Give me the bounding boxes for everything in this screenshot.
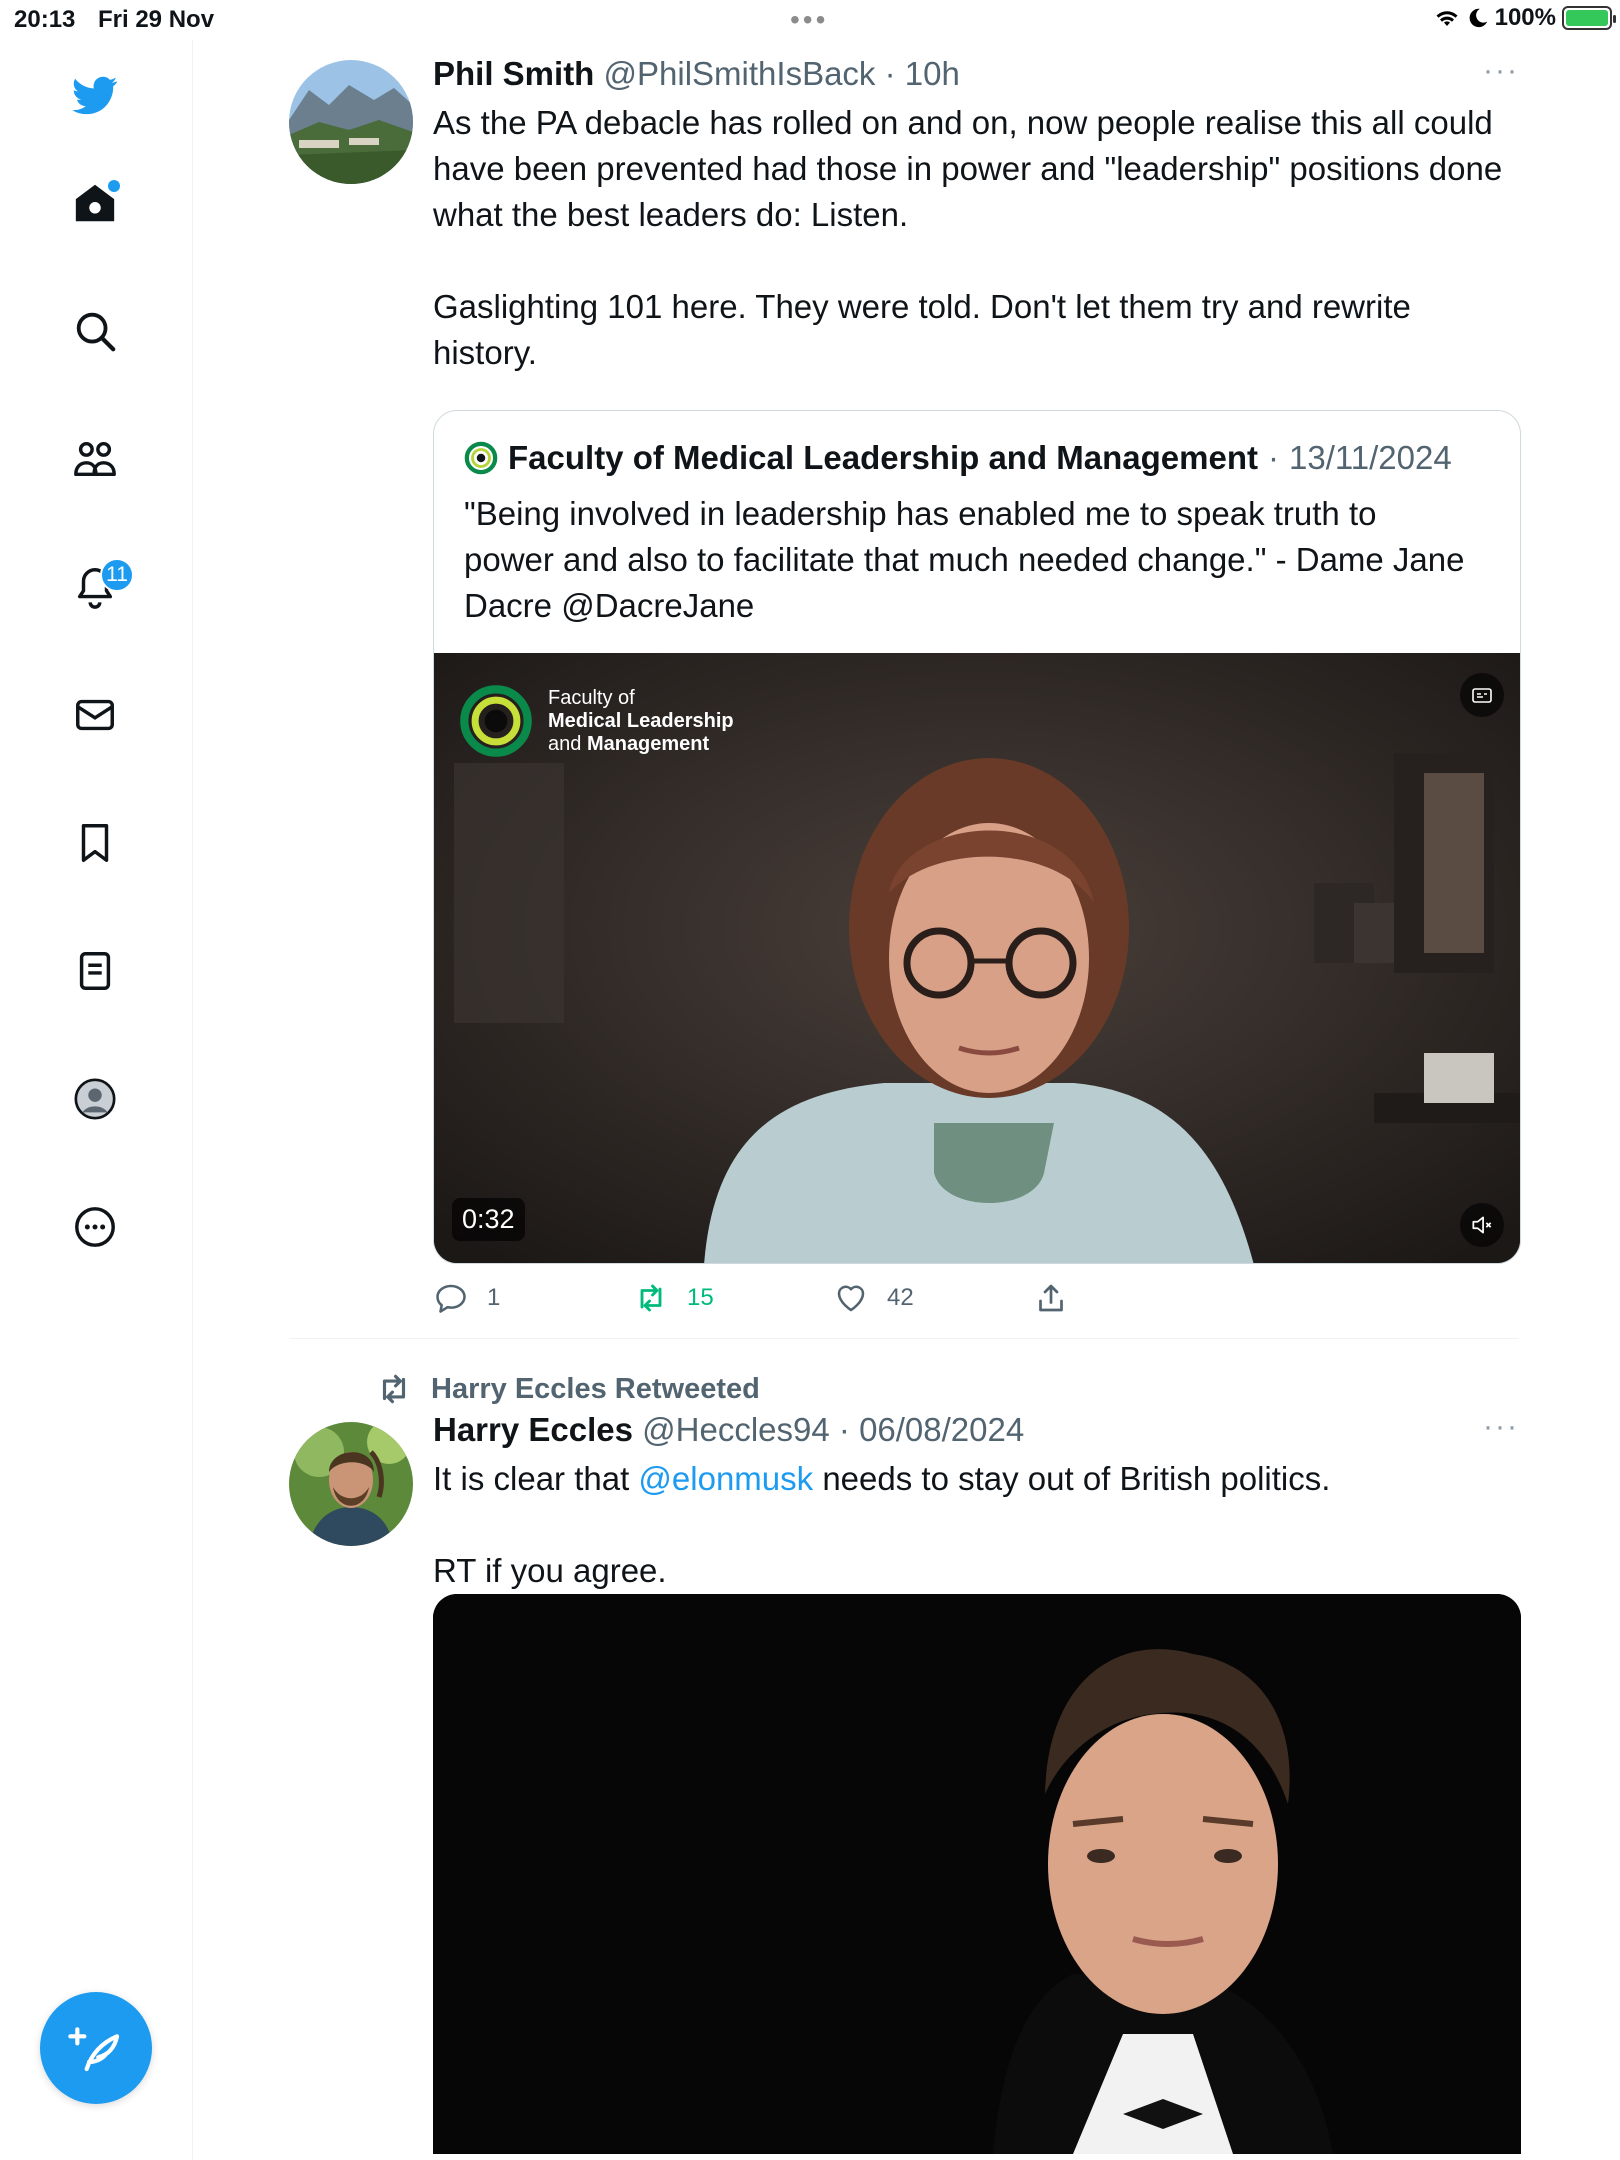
video-brand-logo: Faculty of Medical Leadership and Manage… [458, 683, 734, 759]
sidebar-item-communities[interactable] [60, 424, 130, 494]
feather-plus-icon [68, 2027, 120, 2072]
sidebar-item-profile[interactable] [60, 1064, 130, 1134]
author-handle[interactable]: @PhilSmithIsBack [604, 55, 876, 92]
avatar[interactable] [289, 1422, 413, 1546]
like-count: 42 [887, 1284, 914, 1311]
tweet-more-button[interactable]: ··· [1483, 1410, 1519, 1444]
mail-icon [76, 699, 114, 731]
mention-link[interactable]: @elonmusk [638, 1460, 813, 1497]
bird-icon [72, 76, 118, 115]
moon-icon [1469, 8, 1487, 28]
quote-author-name: Faculty of Medical Leadership and Manage… [508, 439, 1258, 476]
tweet-paragraph [433, 238, 1519, 284]
quote-header: Faculty of Medical Leadership and Manage… [464, 439, 1452, 477]
retweet-button[interactable]: 15 [633, 1280, 714, 1316]
reply-icon [436, 1284, 466, 1313]
status-bar: 20:13 Fri 29 Nov ••• 100% [0, 0, 1620, 40]
speaker-muted-icon [1472, 1216, 1492, 1234]
retweet-count: 15 [687, 1284, 714, 1311]
home-unread-dot [108, 180, 120, 192]
tweet-text: It is clear that @elonmusk needs to stay… [433, 1456, 1519, 1594]
battery-percent: 100% [1494, 4, 1556, 31]
tweet-text-segment: needs to stay out of British politics. [813, 1460, 1331, 1497]
author-name[interactable]: Harry Eccles [433, 1411, 633, 1448]
tweet-header: Phil Smith @PhilSmithIsBack · 10h [433, 55, 960, 92]
like-button[interactable]: 42 [833, 1280, 914, 1316]
sidebar-item-explore[interactable] [60, 296, 130, 366]
status-time: 20:13 [14, 6, 76, 33]
video-logo-line: Medical Leadership [548, 709, 734, 732]
tweet-more-button[interactable]: ··· [1483, 54, 1519, 88]
wifi-icon [1436, 11, 1458, 26]
author-name[interactable]: Phil Smith [433, 55, 594, 92]
captions-icon [1472, 688, 1492, 703]
tweet-paragraph: Gaslighting 101 here. They were told. Do… [433, 288, 1411, 371]
quote-text: "Being involved in leadership has enable… [464, 495, 1465, 624]
video-logo-line: and [548, 732, 582, 755]
reply-count: 1 [487, 1284, 501, 1311]
multitask-dots-icon[interactable]: ••• [790, 4, 828, 36]
sidebar-item-home[interactable] [60, 168, 130, 238]
share-button[interactable] [1033, 1280, 1069, 1316]
sidebar-item-lists[interactable] [60, 936, 130, 1006]
video-logo-line: Management [586, 732, 710, 755]
tweet-actions: 1 15 42 [433, 1280, 1113, 1320]
sidebar: 11 [0, 40, 193, 2160]
retweet-icon [382, 1374, 406, 1404]
photo-image [433, 1594, 1521, 2154]
quoted-tweet[interactable]: Faculty of Medical Leadership and Manage… [433, 410, 1521, 1264]
battery-icon [1562, 6, 1616, 30]
sidebar-item-bookmarks[interactable] [60, 808, 130, 878]
tweet-time[interactable]: 10h [905, 55, 960, 92]
notifications-badge: 11 [100, 558, 134, 592]
heart-icon [837, 1285, 865, 1312]
sidebar-item-messages[interactable] [60, 680, 130, 750]
bookmark-icon [81, 824, 109, 862]
search-icon [76, 312, 116, 352]
more-circle-icon [75, 1207, 115, 1247]
status-indicators: 100% [1433, 4, 1616, 32]
retweeted-by-text: Harry Eccles Retweeted [431, 1372, 760, 1405]
video-player[interactable]: Faculty of Medical Leadership and Manage… [434, 653, 1520, 1263]
author-handle[interactable]: @Heccles94 [642, 1411, 830, 1448]
fmlm-ring-icon [460, 685, 532, 757]
compose-tweet-button[interactable] [40, 1992, 152, 2104]
profile-icon [74, 1078, 116, 1120]
sidebar-item-more[interactable] [60, 1192, 130, 1262]
sidebar-item-notifications[interactable]: 11 [60, 552, 134, 622]
reply-button[interactable]: 1 [433, 1280, 500, 1316]
fmlm-logo-icon [464, 441, 498, 475]
tweet-time[interactable]: 06/08/2024 [859, 1411, 1024, 1448]
share-icon [1039, 1284, 1063, 1312]
video-logo-text: Faculty of Medical Leadership and Manage… [548, 687, 734, 756]
people-icon [74, 441, 116, 477]
tweet-header: Harry Eccles @Heccles94 · 06/08/2024 [433, 1411, 1025, 1448]
tweet-text: As the PA debacle has rolled on and on, … [433, 100, 1519, 376]
tweet-text-segment: It is clear that [433, 1460, 639, 1497]
tweet-paragraph: RT if you agree. [433, 1552, 667, 1589]
captions-button[interactable] [1460, 673, 1504, 717]
list-icon [79, 952, 111, 990]
tweet-paragraph: As the PA debacle has rolled on and on, … [433, 104, 1503, 233]
video-logo-line: Faculty of [548, 686, 635, 709]
tweet-paragraph: It is clear that @elonmusk needs to stay… [433, 1456, 1519, 1502]
retweeted-by-line[interactable]: Harry Eccles Retweeted [375, 1370, 760, 1408]
video-duration: 0:32 [452, 1198, 525, 1241]
tweet-paragraph [433, 1502, 1519, 1548]
avatar[interactable] [289, 60, 413, 184]
tweet-divider [289, 1338, 1519, 1339]
twitter-logo-button[interactable] [60, 60, 130, 130]
quote-date: 13/11/2024 [1289, 439, 1452, 476]
status-date: Fri 29 Nov [98, 6, 215, 33]
retweet-icon [640, 1284, 662, 1312]
tweet-photo[interactable] [433, 1594, 1521, 2154]
mute-button[interactable] [1460, 1203, 1504, 1247]
